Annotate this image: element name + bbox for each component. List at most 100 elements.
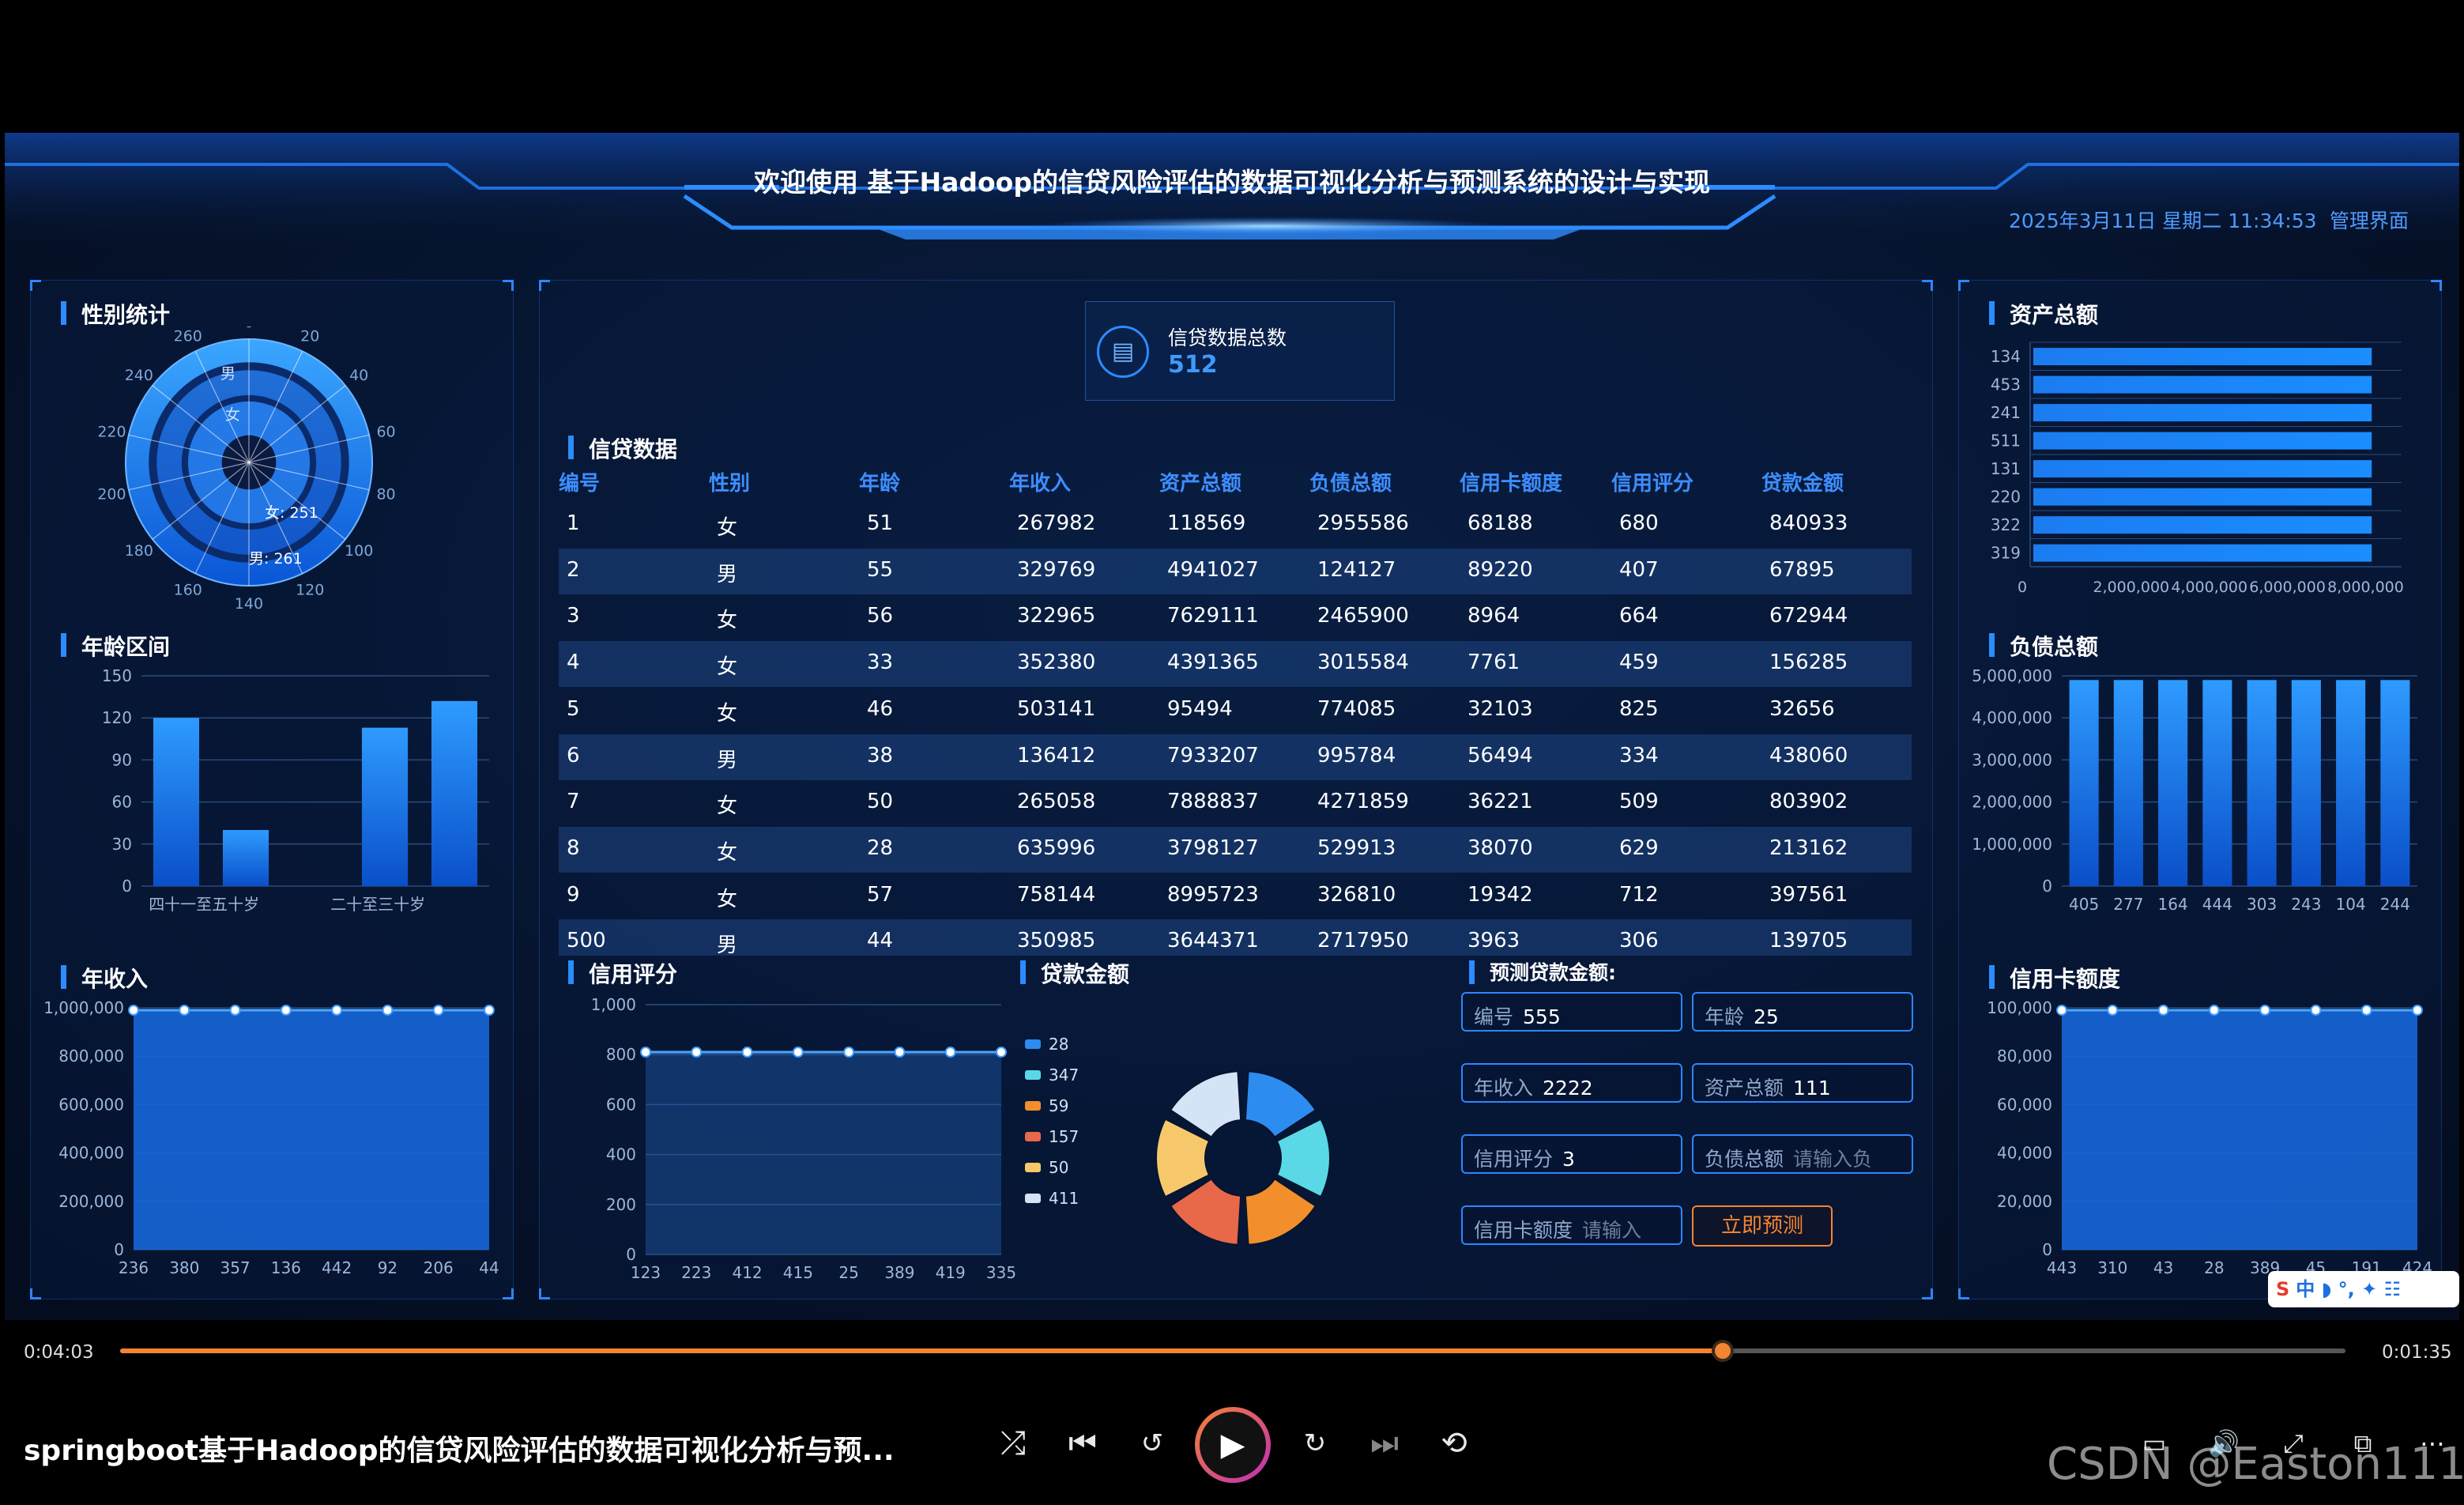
income-x-label: 92 — [378, 1258, 397, 1277]
table-header-cell[interactable]: 性别 — [709, 467, 750, 496]
debt-x-label: 104 — [2336, 895, 2366, 914]
loan-legend-item[interactable]: 411 — [1025, 1182, 1079, 1213]
score-point — [691, 1047, 703, 1058]
score-y-tick: 800 — [606, 1045, 636, 1064]
play-button[interactable]: ▶ — [1195, 1407, 1271, 1483]
table-cell: 265058 — [1017, 790, 1096, 814]
table-cell: 2955586 — [1317, 511, 1409, 535]
gender-angle-tick: 40 — [349, 367, 368, 384]
gender-angle-tick: 100 — [345, 542, 373, 560]
debt-y-tick: 4,000,000 — [1972, 708, 2052, 727]
table-row[interactable] — [559, 688, 1912, 734]
gender-angle-tick: 80 — [376, 486, 395, 504]
forward-icon[interactable]: ↻ — [1291, 1420, 1339, 1467]
table-header-cell[interactable]: 贷款金额 — [1761, 467, 1844, 496]
previous-icon[interactable]: ⏮ — [1059, 1420, 1106, 1467]
field-value: 111 — [1793, 1077, 1831, 1100]
income-x-label: 236 — [119, 1258, 149, 1277]
age-bar — [222, 830, 269, 886]
table-cell: 774085 — [1317, 696, 1396, 721]
income-y-tick: 600,000 — [58, 1095, 124, 1114]
table-cell: 50 — [867, 790, 894, 814]
predict-field-5[interactable]: 信用评分 3 — [1461, 1134, 1682, 1174]
field-label: 资产总额 — [1705, 1077, 1784, 1100]
table-header-cell[interactable]: 信用卡额度 — [1460, 467, 1562, 496]
table-header-cell[interactable]: 编号 — [559, 467, 600, 496]
table-cell: 1 — [567, 511, 580, 535]
table-cell: 635996 — [1017, 835, 1096, 860]
predict-field-4[interactable]: 资产总额 111 — [1692, 1063, 1913, 1103]
credit-score-title: 信用评分 — [568, 957, 677, 989]
predict-field-2[interactable]: 年龄 25 — [1692, 992, 1913, 1032]
table-header-cell[interactable]: 资产总额 — [1159, 467, 1241, 496]
legend-label: 28 — [1049, 1034, 1069, 1054]
table-cell: 4 — [567, 651, 580, 675]
score-point — [996, 1047, 1007, 1058]
predict-field-7[interactable]: 信用卡额度 请输入 — [1461, 1205, 1682, 1245]
shuffle-icon[interactable]: ⤮ — [989, 1420, 1037, 1467]
debt-bar — [2202, 680, 2232, 886]
table-cell: 3644371 — [1167, 929, 1259, 953]
assets-hbar-chart: 134 453 241 511 131 220 322 319 0 2,000,000 4,000,… — [1991, 341, 2404, 596]
table-header-cell[interactable]: 年龄 — [859, 467, 900, 496]
table-cell: 322965 — [1017, 604, 1096, 628]
limit-y-tick: 60,000 — [1997, 1095, 2052, 1114]
field-label: 编号 — [1474, 1005, 1514, 1028]
assets-category-label: 220 — [1991, 487, 2021, 506]
loop-icon[interactable]: ⟲ — [1430, 1420, 1478, 1467]
legend-label: 157 — [1049, 1126, 1079, 1146]
predict-field-1[interactable]: 编号 555 — [1461, 992, 1682, 1032]
loan-legend-item[interactable]: 347 — [1025, 1059, 1079, 1090]
progress-track[interactable] — [120, 1340, 2345, 1362]
predict-field-3[interactable]: 年收入 2222 — [1461, 1063, 1682, 1103]
center-panel: ▤ 信贷数据总数 512 信贷数据 编号 性别 年龄 年收入 资产总额 负债总额 信用卡额度… — [539, 280, 1933, 1299]
income-point — [179, 1005, 190, 1017]
credit-data-table[interactable]: 编号 性别 年龄 年收入 资产总额 负债总额 信用卡额度 信用评分 贷款金额 1 女 51 267982… — [559, 467, 1912, 956]
table-cell: 680 — [1619, 511, 1659, 535]
table-header-cell[interactable]: 年收入 — [1009, 467, 1071, 496]
remaining-time: 0:01:35 — [2382, 1342, 2452, 1363]
total-label: 信贷数据总数 — [1168, 326, 1287, 349]
debt-bar — [2336, 680, 2366, 886]
progress-thumb[interactable] — [1711, 1340, 1734, 1362]
assets-category-label: 131 — [1991, 459, 2021, 478]
loan-legend-item[interactable]: 157 — [1025, 1121, 1079, 1152]
table-header-cell[interactable]: 信用评分 — [1611, 467, 1694, 496]
table-cell: 407 — [1619, 557, 1659, 582]
table-cell: 女 — [717, 609, 738, 633]
ime-toolbar[interactable]: S中 ◗ °, ✦ ☷ — [2268, 1271, 2459, 1307]
predict-button[interactable]: 立即预测 — [1692, 1205, 1833, 1247]
limit-point — [2157, 1005, 2169, 1017]
loan-legend-item[interactable]: 50 — [1025, 1152, 1079, 1182]
dashboard-screen: 欢迎使用 基于Hadoop的信贷风险评估的数据可视化分析与预测系统的设计与实现 … — [5, 133, 2459, 1320]
table-header-cell[interactable]: 负债总额 — [1309, 467, 1392, 496]
score-x-label: 335 — [986, 1263, 1016, 1282]
assets-bar — [2033, 404, 2372, 422]
table-cell: 500 — [567, 929, 606, 953]
total-card: ▤ 信贷数据总数 512 — [1085, 301, 1395, 401]
table-cell: 139705 — [1769, 929, 1848, 953]
debt-bar — [2380, 680, 2410, 886]
predict-field-6[interactable]: 负债总额 请输入负 — [1692, 1134, 1913, 1174]
income-x-label: 136 — [271, 1258, 301, 1277]
score-y-tick: 200 — [606, 1195, 636, 1214]
table-cell: 672944 — [1769, 604, 1848, 628]
debt-x-label: 303 — [2247, 895, 2277, 914]
loan-legend-item[interactable]: 28 — [1025, 1028, 1079, 1059]
table-cell: 55 — [867, 557, 894, 582]
score-point — [944, 1047, 956, 1058]
score-point — [640, 1047, 651, 1058]
limit-x-label: 43 — [2153, 1258, 2173, 1277]
table-cell: 213162 — [1769, 835, 1848, 860]
table-cell: 529913 — [1317, 835, 1396, 860]
limit-point — [2360, 1005, 2372, 1017]
legend-label: 411 — [1049, 1188, 1079, 1208]
rewind-icon[interactable]: ↺ — [1128, 1420, 1176, 1467]
admin-link[interactable]: 管理界面 — [2330, 206, 2409, 234]
next-icon[interactable]: ⏭ — [1361, 1420, 1408, 1467]
score-y-tick: 1,000 — [591, 995, 636, 1014]
age-bar-chart: 150 120 90 60 30 0 四十一至五十岁 二十至三十岁 — [102, 666, 489, 914]
loan-legend-item[interactable]: 59 — [1025, 1090, 1079, 1121]
table-cell: 95494 — [1167, 696, 1233, 721]
limit-y-tick: 40,000 — [1997, 1144, 2052, 1163]
